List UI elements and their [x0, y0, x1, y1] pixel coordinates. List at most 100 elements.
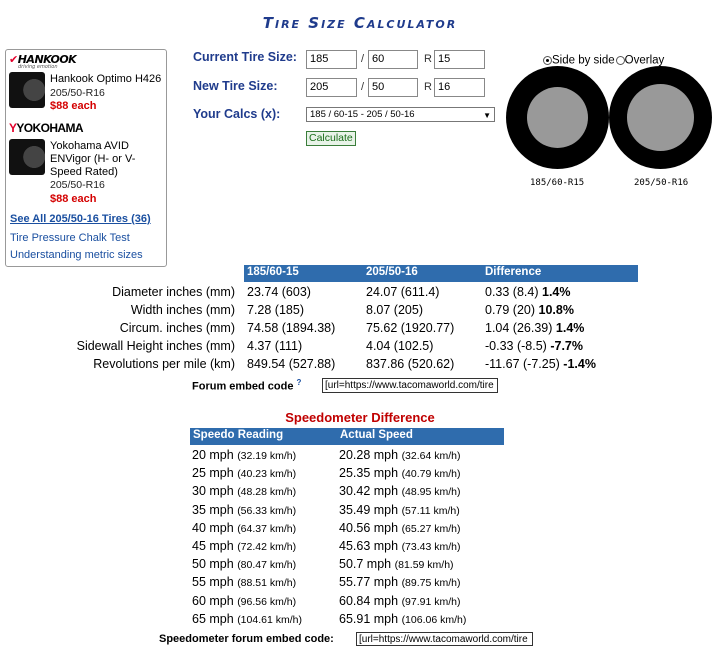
new-rim-graphic — [627, 84, 694, 151]
speedo-embed-input[interactable]: [url=https://www.tacomaworld.com/tire — [356, 632, 533, 646]
speedo-reading-kmh: (64.37 km/h) — [237, 522, 297, 535]
side-by-side-label[interactable]: Side by side — [552, 55, 615, 67]
see-all-tires-link[interactable]: See All 205/50-16 Tires (36) — [10, 213, 151, 225]
yokohama-tire-image[interactable] — [9, 139, 45, 175]
difference-value: 1.04 (26.39) 1.4% — [485, 321, 584, 335]
speedo-reading: 40 mph (64.37 km/h) — [192, 521, 296, 535]
actual-speed: 35.49 mph (57.11 km/h) — [339, 503, 460, 517]
ad-product-name[interactable]: Yokohama AVID ENVigor (H- or V-Speed Rat… — [50, 140, 160, 179]
actual-speed-kmh: (32.64 km/h) — [401, 450, 461, 462]
actual-speed: 55.77 mph (89.75 km/h) — [339, 575, 461, 589]
calcs-select[interactable]: 185 / 60-15 - 205 / 50-16 ▼ — [306, 107, 495, 122]
difference-percent: -7.7% — [550, 339, 583, 353]
speedo-reading-kmh: (48.28 km/h) — [237, 486, 297, 499]
speedo-reading-kmh: (32.19 km/h) — [237, 450, 297, 462]
actual-speed: 60.84 mph (97.91 km/h) — [339, 594, 461, 608]
speedo-reading-mph: 30 mph — [192, 484, 234, 499]
speedo-reading-kmh: (80.47 km/h) — [237, 559, 297, 572]
difference-percent: 10.8% — [538, 303, 574, 317]
new-tire-label: New Tire Size: — [193, 79, 278, 93]
difference-amount: 0.79 (20) — [485, 303, 536, 317]
actual-speed-kmh: (73.43 km/h) — [401, 541, 461, 553]
actual-speed-kmh: (81.59 km/h) — [394, 559, 454, 572]
side-by-side-radio[interactable] — [543, 56, 552, 65]
your-calcs-label: Your Calcs (x): — [193, 107, 281, 121]
difference-percent: 1.4% — [555, 321, 585, 335]
hankook-tire-image[interactable] — [9, 72, 45, 108]
actual-speed-mph: 65.91 mph — [339, 611, 399, 626]
calcs-select-value: 185 / 60-15 - 205 / 50-16 — [310, 109, 415, 120]
page-title: Tire Size Calculator — [262, 14, 458, 32]
actual-speed-mph: 20.28 mph — [339, 448, 399, 462]
current-width-input[interactable]: 185 — [306, 50, 357, 69]
help-icon[interactable]: ? — [297, 378, 302, 387]
speedo-reading-kmh: (56.33 km/h) — [237, 504, 297, 517]
current-value: 849.54 (527.88) — [247, 357, 336, 371]
ad-product-size: 205/50-R16 — [50, 87, 105, 99]
actual-speed-mph: 40.56 mph — [339, 520, 399, 535]
difference-value: -0.33 (-8.5) -7.7% — [485, 339, 583, 353]
current-rim-input[interactable]: 15 — [434, 50, 485, 69]
new-width-input[interactable]: 205 — [306, 78, 357, 97]
speedo-reading: 65 mph (104.61 km/h) — [192, 612, 302, 626]
speedo-reading-kmh: (88.51 km/h) — [237, 577, 297, 590]
actual-speed: 30.42 mph (48.95 km/h) — [339, 484, 461, 498]
current-tire-label: Current Tire Size: — [193, 50, 297, 64]
actual-speed-kmh: (89.75 km/h) — [401, 577, 461, 590]
r-separator: R — [424, 53, 432, 65]
header-actual-speed: Actual Speed — [340, 429, 413, 441]
speedo-header: Speedo Reading Actual Speed — [190, 428, 504, 445]
current-value: 4.37 (111) — [247, 339, 303, 353]
comparison-header: 185/60-15 205/50-16 Difference — [244, 265, 638, 282]
speedo-embed-label: Speedometer forum embed code: — [159, 633, 334, 645]
actual-speed-kmh: (40.79 km/h) — [401, 468, 461, 481]
speedo-reading-mph: 45 mph — [192, 539, 234, 553]
current-value: 23.74 (603) — [247, 285, 311, 299]
row-label: Diameter inches (mm) — [112, 285, 235, 299]
speedo-reading: 55 mph (88.51 km/h) — [192, 575, 296, 589]
forum-embed-label: Forum embed code ? — [192, 378, 302, 393]
slash-separator: / — [361, 81, 365, 93]
new-aspect-input[interactable]: 50 — [368, 78, 418, 97]
overlay-radio[interactable] — [615, 56, 625, 65]
new-tire-graphic — [609, 66, 712, 169]
speedo-reading-mph: 25 mph — [192, 466, 234, 481]
actual-speed: 20.28 mph (32.64 km/h) — [339, 448, 461, 462]
speedo-reading-kmh: (40.23 km/h) — [237, 468, 297, 481]
metric-sizes-link[interactable]: Understanding metric sizes — [10, 249, 143, 261]
speedo-reading: 35 mph (56.33 km/h) — [192, 503, 296, 517]
difference-percent: -1.4% — [563, 357, 596, 371]
current-value: 7.28 (185) — [247, 303, 304, 317]
speedo-reading-kmh: (72.42 km/h) — [237, 541, 297, 553]
speedo-reading: 60 mph (96.56 km/h) — [192, 594, 296, 608]
new-rim-input[interactable]: 16 — [434, 78, 485, 97]
difference-amount: -11.67 (-7.25) — [485, 357, 560, 371]
ad-product-price: $88 each — [50, 100, 97, 112]
actual-speed-mph: 35.49 mph — [339, 502, 399, 517]
actual-speed-mph: 50.7 mph — [339, 557, 392, 572]
calculate-button[interactable]: Calculate — [306, 131, 356, 146]
forum-embed-input[interactable]: [url=https://www.tacomaworld.com/tire — [322, 378, 498, 393]
row-label: Revolutions per mile (km) — [93, 357, 235, 371]
new-value: 24.07 (611.4) — [366, 285, 440, 299]
actual-speed-kmh: (65.27 km/h) — [401, 522, 461, 535]
new-tire-caption: 205/50-R16 — [634, 178, 689, 188]
speedo-reading-mph: 50 mph — [192, 557, 234, 572]
r-separator: R — [424, 81, 432, 93]
new-value: 4.04 (102.5) — [366, 339, 434, 353]
overlay-label[interactable]: Overlay — [625, 55, 665, 67]
ad-product-name[interactable]: Hankook Optimo H426 — [50, 73, 161, 86]
current-aspect-input[interactable]: 60 — [368, 50, 418, 69]
speedo-reading-kmh: (96.56 km/h) — [237, 595, 297, 608]
ad-product-size: 205/50-R16 — [50, 179, 105, 191]
row-label: Circum. inches (mm) — [119, 321, 235, 335]
tire-pressure-link[interactable]: Tire Pressure Chalk Test — [10, 232, 130, 244]
ad-product-price: $88 each — [50, 193, 97, 205]
difference-value: -11.67 (-7.25) -1.4% — [485, 357, 596, 371]
speedo-reading: 25 mph (40.23 km/h) — [192, 466, 296, 480]
difference-percent: 1.4% — [542, 285, 571, 299]
actual-speed-kmh: (97.91 km/h) — [401, 595, 461, 608]
speedo-reading: 45 mph (72.42 km/h) — [192, 539, 296, 553]
current-value: 74.58 (1894.38) — [247, 321, 336, 335]
actual-speed-mph: 60.84 mph — [339, 593, 399, 608]
